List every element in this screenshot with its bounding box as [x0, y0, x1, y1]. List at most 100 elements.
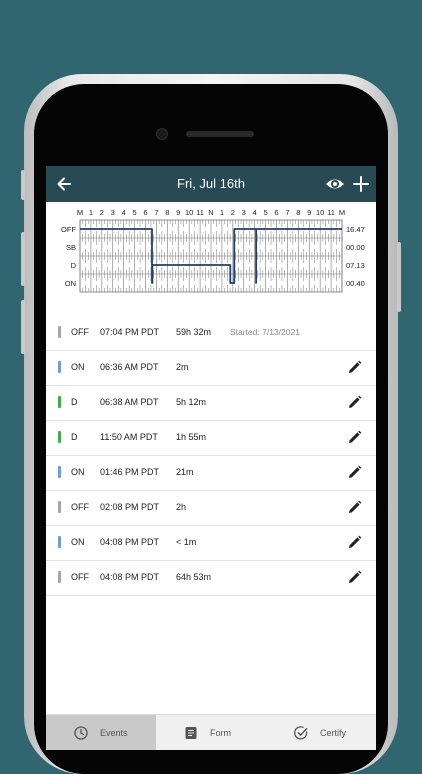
event-duration: 59h 32m: [176, 327, 212, 337]
phone-side-button: [397, 242, 401, 312]
hour-label: M: [77, 208, 83, 217]
hour-label: 1: [220, 208, 224, 217]
phone-side-button: [21, 232, 25, 286]
event-duration: 2m: [176, 362, 189, 372]
app-header: Fri, Jul 16th: [46, 166, 376, 202]
tab-certify-label: Certify: [320, 728, 347, 738]
event-row[interactable]: OFF 02:08 PM PDT 2h: [46, 491, 376, 526]
hour-label: 4: [253, 208, 257, 217]
event-status: OFF: [71, 502, 89, 512]
event-duration: 64h 53m: [176, 572, 212, 582]
event-time: 06:36 AM PDT: [100, 362, 159, 372]
eye-icon[interactable]: [325, 175, 345, 193]
status-row-label: SB: [66, 243, 76, 252]
event-row[interactable]: ON 04:08 PM PDT < 1m: [46, 526, 376, 561]
hour-label: N: [208, 208, 213, 217]
hour-label: 1: [89, 208, 93, 217]
event-time: 06:38 AM PDT: [100, 397, 159, 407]
event-row[interactable]: OFF 04:08 PM PDT 64h 53m: [46, 561, 376, 596]
edit-pencil-icon[interactable]: [347, 360, 362, 375]
tab-events[interactable]: Events: [46, 715, 156, 750]
edit-pencil-icon[interactable]: [347, 500, 362, 515]
hour-label: 5: [132, 208, 136, 217]
event-row[interactable]: ON 06:36 AM PDT 2m: [46, 351, 376, 386]
status-row-total: 00.40: [346, 279, 365, 288]
front-camera: [156, 128, 168, 140]
hour-label: 2: [100, 208, 104, 217]
tab-form-label: Form: [210, 728, 231, 738]
hour-label: 7: [285, 208, 289, 217]
edit-pencil-icon[interactable]: [347, 395, 362, 410]
add-icon[interactable]: [352, 174, 370, 194]
app-screen: Fri, Jul 16th M 1 2 3 4 5 6 7 8 9 10 11 N 1 2 3 4 5 6 7 8 9 10…: [46, 166, 376, 750]
hour-label: 10: [316, 208, 324, 217]
event-status: ON: [71, 537, 85, 547]
tab-events-label: Events: [100, 728, 128, 738]
tab-form[interactable]: Form: [156, 715, 266, 750]
hour-label: 9: [307, 208, 311, 217]
hour-label: 6: [274, 208, 278, 217]
status-color-bar: [58, 501, 61, 513]
hour-label: 10: [185, 208, 193, 217]
event-status: ON: [71, 467, 85, 477]
phone-side-button: [21, 300, 25, 354]
event-status: ON: [71, 362, 85, 372]
event-row[interactable]: D 11:50 AM PDT 1h 55m: [46, 421, 376, 456]
status-color-bar: [58, 466, 61, 478]
hour-label: 8: [165, 208, 169, 217]
hour-label: 3: [111, 208, 115, 217]
event-status: OFF: [71, 572, 89, 582]
hour-label: 6: [143, 208, 147, 217]
hour-label: 11: [196, 208, 204, 217]
hour-label: 2: [231, 208, 235, 217]
status-row-total: 16.47: [346, 225, 365, 234]
event-status: OFF: [71, 327, 89, 337]
event-row[interactable]: ON 01:46 PM PDT 21m: [46, 456, 376, 491]
status-color-bar: [58, 326, 61, 338]
hour-label: 3: [242, 208, 246, 217]
hour-label: 8: [296, 208, 300, 217]
event-time: 07:04 PM PDT: [100, 327, 160, 337]
edit-pencil-icon[interactable]: [347, 430, 362, 445]
event-status: D: [71, 432, 78, 442]
status-row-total: 00.00: [346, 243, 365, 252]
bottom-tab-bar: Events Form Certify: [46, 714, 376, 750]
event-duration: 2h: [176, 502, 187, 512]
status-row-total: 07.13: [346, 261, 365, 270]
event-row[interactable]: OFF 07:04 PM PDT 59h 32m Started: 7/13/2021: [46, 316, 376, 351]
status-row-label: D: [71, 261, 77, 270]
event-list: OFF 07:04 PM PDT 59h 32m Started: 7/13/2021…: [46, 316, 376, 596]
hour-label: 11: [327, 208, 335, 217]
status-color-bar: [58, 361, 61, 373]
event-time: 04:08 PM PDT: [100, 537, 160, 547]
event-duration: 21m: [176, 467, 194, 477]
status-color-bar: [58, 571, 61, 583]
event-time: 04:08 PM PDT: [100, 572, 160, 582]
event-time: 02:08 PM PDT: [100, 502, 160, 512]
hour-label: 7: [154, 208, 158, 217]
event-note: Started: 7/13/2021: [230, 327, 300, 337]
event-time: 11:50 AM PDT: [100, 432, 158, 442]
phone-side-button: [21, 170, 25, 200]
edit-pencil-icon[interactable]: [347, 570, 362, 585]
event-duration: 5h 12m: [176, 397, 207, 407]
status-color-bar: [58, 396, 61, 408]
earpiece-speaker: [186, 131, 254, 137]
edit-pencil-icon[interactable]: [347, 465, 362, 480]
event-time: 01:46 PM PDT: [100, 467, 160, 477]
edit-pencil-icon[interactable]: [347, 535, 362, 550]
document-icon: [185, 727, 197, 739]
status-color-bar: [58, 536, 61, 548]
hos-log-graph: M 1 2 3 4 5 6 7 8 9 10 11 N 1 2 3 4 5 6 7 8 9 10 11 M OFF 16.47 SB 0…: [46, 202, 376, 317]
duty-status-grid: M 1 2 3 4 5 6 7 8 9 10 11 N 1 2 3 4 5 6 7 8 9 10 11 MOFF 16.47SB 0…: [61, 208, 365, 293]
event-status: D: [71, 397, 78, 407]
status-row-label: ON: [65, 279, 76, 288]
check-circle-icon: [294, 726, 308, 740]
hour-label: 9: [176, 208, 180, 217]
hour-label: 5: [263, 208, 267, 217]
hour-label: M: [339, 208, 345, 217]
event-row[interactable]: D 06:38 AM PDT 5h 12m: [46, 386, 376, 421]
tab-certify[interactable]: Certify: [266, 715, 376, 750]
status-color-bar: [58, 431, 61, 443]
clock-icon: [74, 726, 88, 740]
